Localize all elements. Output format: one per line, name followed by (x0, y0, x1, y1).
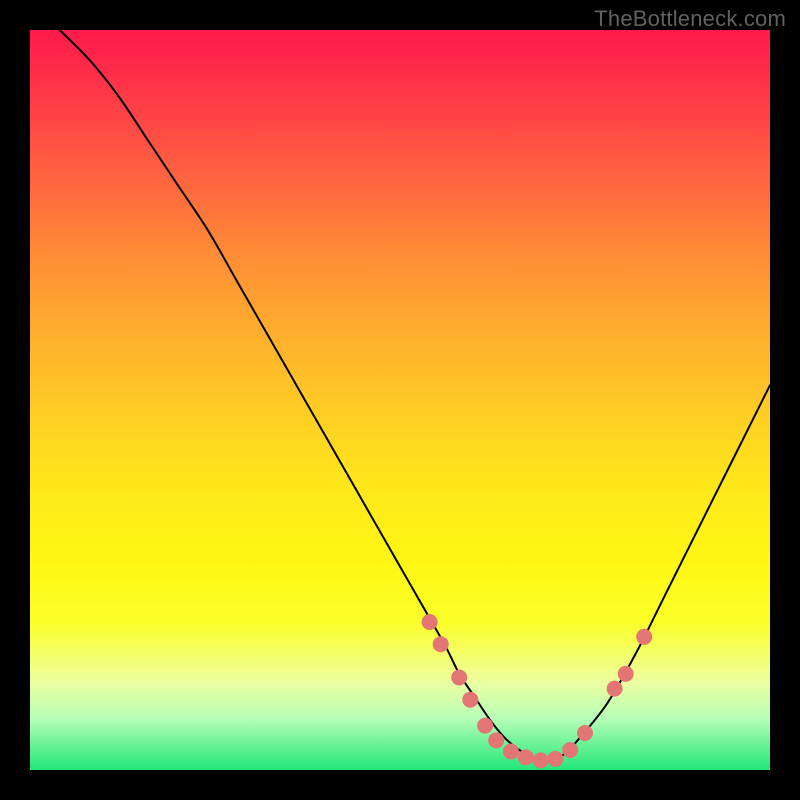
chart-frame: TheBottleneck.com (0, 0, 800, 800)
curve-marker (488, 732, 504, 748)
curve-marker (533, 752, 549, 768)
curve-marker (618, 666, 634, 682)
watermark-text: TheBottleneck.com (594, 6, 786, 32)
curve-marker (433, 636, 449, 652)
curve-marker (462, 692, 478, 708)
bottleneck-curve (60, 30, 770, 760)
plot-area (30, 30, 770, 770)
curve-marker (477, 718, 493, 734)
curve-marker (577, 725, 593, 741)
curve-marker (503, 744, 519, 760)
curve-marker (422, 614, 438, 630)
curve-marker (451, 670, 467, 686)
curve-marker (547, 751, 563, 767)
curve-marker (607, 681, 623, 697)
chart-svg (30, 30, 770, 770)
curve-marker (636, 629, 652, 645)
curve-markers (422, 614, 653, 768)
curve-marker (518, 749, 534, 765)
curve-marker (562, 742, 578, 758)
